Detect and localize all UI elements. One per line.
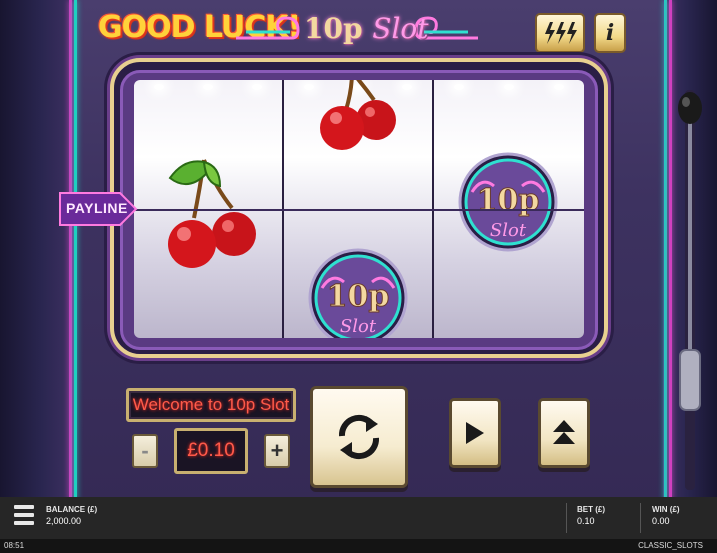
10p-slot-logo-icon: 10p Slot <box>308 248 408 338</box>
svg-text:10p: 10p <box>477 183 540 218</box>
divider <box>566 503 567 533</box>
svg-text:Slot: Slot <box>490 220 527 241</box>
reel-lights <box>134 80 282 92</box>
win-value: 0.00 <box>652 516 670 526</box>
footer-strip <box>0 539 717 553</box>
clock: 08:51 <box>4 541 25 550</box>
bet-value: 0.10 <box>577 516 595 526</box>
neon-strip-right-pink <box>669 0 672 500</box>
bet-label: BET (£) <box>577 505 605 514</box>
bet-display: £0.10 <box>174 428 248 474</box>
bet-decrease-button[interactable]: - <box>132 434 158 468</box>
info-button[interactable]: i <box>594 13 626 53</box>
play-icon <box>466 422 484 444</box>
svg-text:Slot: Slot <box>340 316 377 337</box>
10p-slot-logo-icon: 10p Slot <box>458 152 558 252</box>
turbo-button[interactable] <box>535 13 585 53</box>
message-display: Welcome to 10p Slot <box>126 388 296 422</box>
balance-label: BALANCE (£) <box>46 505 98 514</box>
autoplay-button[interactable] <box>538 398 590 468</box>
slot-lever[interactable] <box>677 90 703 500</box>
logo-main: 10p <box>304 12 363 45</box>
cherries-icon <box>320 80 396 150</box>
neon-strip-right-teal <box>664 0 667 500</box>
neon-strip-left-pink <box>69 0 72 500</box>
game-logo: 10p Slot <box>232 4 482 48</box>
cabinet-left-side <box>0 0 70 500</box>
cherries-icon <box>168 159 256 268</box>
game-name: CLASSIC_SLOTS <box>638 541 703 550</box>
lightning-icon <box>545 22 577 44</box>
logo-text: 10p Slot <box>304 12 429 45</box>
payline-label: PAYLINE <box>66 200 128 216</box>
win-label: WIN (£) <box>652 505 680 514</box>
menu-icon[interactable] <box>14 505 34 527</box>
payline-line <box>134 209 584 211</box>
eject-icon <box>553 420 575 444</box>
reel-lights <box>434 80 584 92</box>
bet-increase-button[interactable]: + <box>264 434 290 468</box>
neon-strip-left-teal <box>74 0 77 500</box>
divider <box>640 503 641 533</box>
play-button[interactable] <box>449 398 501 468</box>
refresh-icon <box>338 414 380 460</box>
balance-value: 2,000.00 <box>46 516 82 526</box>
logo-sub: Slot <box>372 12 429 45</box>
spin-button[interactable] <box>310 386 408 488</box>
svg-text:10p: 10p <box>327 279 390 314</box>
status-bar <box>0 497 717 539</box>
info-icon: i <box>605 20 615 46</box>
